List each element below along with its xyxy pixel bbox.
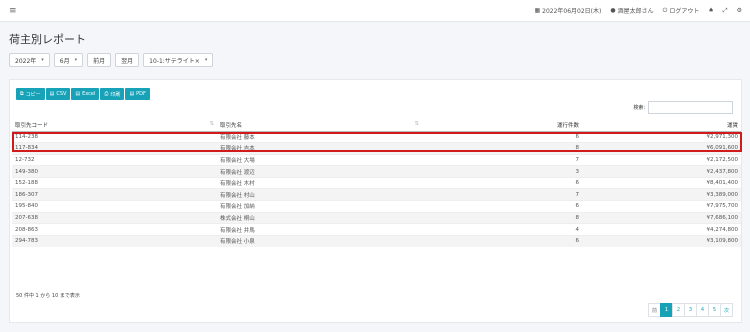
- cell-name: 有限会社 井馬: [217, 223, 422, 236]
- calendar-icon: ▦: [534, 7, 541, 14]
- cell-trips: 6: [422, 200, 582, 213]
- shipper-select[interactable]: 10-1:サテライト× ▾: [143, 53, 214, 67]
- table-row[interactable]: 149-380 有限会社 渡辺 3 ¥2,437,800: [12, 165, 741, 178]
- cell-name: 有限会社 加納: [217, 200, 422, 213]
- cell-name: 有限会社 村山: [217, 188, 422, 201]
- copy-button[interactable]: ⧉ コピー: [16, 88, 45, 100]
- cell-name: 株式会社 桐山: [217, 211, 422, 224]
- pagination: 前 1 2 3 4 5 次: [647, 303, 733, 317]
- cell-code: 149-380: [12, 165, 217, 178]
- cell-name: 有限会社 渡辺: [217, 165, 422, 178]
- search-label: 検索:: [633, 105, 645, 111]
- column-header-trips[interactable]: 運行件数: [422, 120, 582, 132]
- selected-row-highlight: [12, 132, 742, 152]
- table-row[interactable]: 208-863 有限会社 井馬 4 ¥4,274,800: [12, 223, 741, 236]
- cell-code: 186-307: [12, 188, 217, 201]
- table-row[interactable]: 152-188 有限会社 木村 6 ¥8,401,400: [12, 176, 741, 189]
- table-info: 50 件中 1 から 10 まで表示: [16, 293, 80, 299]
- table-row[interactable]: 12-732 有限会社 大場 7 ¥2,172,500: [12, 153, 741, 166]
- cell-trips: 8: [422, 211, 582, 224]
- fullscreen-icon[interactable]: ⤢: [723, 7, 728, 15]
- column-header-name[interactable]: 取引先名 ⇅: [217, 120, 422, 132]
- file-icon: ▤: [129, 91, 135, 97]
- cell-code: 152-188: [12, 176, 217, 189]
- file-icon: ▤: [49, 91, 55, 97]
- pdf-button[interactable]: ▤ PDF: [125, 88, 150, 100]
- cell-code: 207-638: [12, 211, 217, 224]
- chevron-down-icon: ▾: [204, 57, 208, 63]
- cell-fare: ¥4,274,800: [582, 223, 741, 236]
- month-select[interactable]: 6月 ▾: [53, 53, 84, 67]
- cell-code: 12-732: [12, 153, 217, 166]
- date-display: ▦ 2022年06月02日(木): [534, 7, 602, 15]
- cell-trips: 3: [422, 165, 582, 178]
- cell-code: 208-863: [12, 223, 217, 236]
- cell-trips: 7: [422, 188, 582, 201]
- report-card: ⧉ コピー ▤ CSV ▤ Excel ⎙ 印刷 ▤ PDF 検索: 取引先コード ⇅ 取引…: [9, 79, 742, 323]
- top-bar: ≡ ▦ 2022年06月02日(木) ● 酒屋太郎さん ⏻ ログアウト ♠ ⤢ ⚙: [0, 0, 750, 22]
- cell-trips: 7: [422, 153, 582, 166]
- cell-fare: ¥2,172,500: [582, 153, 741, 166]
- cell-fare: ¥2,437,800: [582, 165, 741, 178]
- csv-button[interactable]: ▤ CSV: [45, 88, 71, 100]
- user-display[interactable]: ● 酒屋太郎さん: [610, 6, 653, 15]
- top-nav: ▦ 2022年06月02日(木) ● 酒屋太郎さん ⏻ ログアウト ♠ ⤢ ⚙: [534, 6, 742, 16]
- menu-icon[interactable]: ≡: [9, 6, 17, 16]
- table-row[interactable]: 294-783 有限会社 小泉 6 ¥3,109,800: [12, 234, 741, 247]
- print-icon: ⎙: [104, 91, 109, 97]
- cell-fare: ¥8,401,400: [582, 176, 741, 189]
- cell-trips: 6: [422, 176, 582, 189]
- chevron-down-icon: ▾: [74, 57, 78, 63]
- sort-icon: ⇅: [414, 121, 419, 128]
- copy-icon: ⧉: [20, 91, 24, 97]
- bell-icon[interactable]: ♠: [708, 7, 713, 14]
- logout-link[interactable]: ⏻ ログアウト: [662, 6, 700, 16]
- cell-fare: ¥3,389,000: [582, 188, 741, 201]
- print-button[interactable]: ⎙ 印刷: [100, 88, 125, 100]
- chevron-down-icon: ▾: [41, 57, 44, 63]
- cell-fare: ¥3,109,800: [582, 234, 741, 247]
- export-buttons: ⧉ コピー ▤ CSV ▤ Excel ⎙ 印刷 ▤ PDF: [16, 88, 150, 100]
- table-header-row: 取引先コード ⇅ 取引先名 ⇅ 運行件数 運賃: [12, 120, 741, 132]
- cell-fare: ¥7,686,100: [582, 211, 741, 224]
- year-select[interactable]: 2022年 ▾: [9, 53, 50, 67]
- cell-code: 195-840: [12, 200, 217, 213]
- cell-fare: ¥7,975,700: [582, 200, 741, 213]
- power-icon: ⏻: [662, 6, 668, 14]
- table-row[interactable]: 195-840 有限会社 加納 6 ¥7,975,700: [12, 200, 741, 213]
- file-icon: ▤: [75, 91, 81, 97]
- search-input[interactable]: [648, 101, 733, 114]
- page-title: 荷主別レポート: [9, 33, 86, 46]
- cell-trips: 4: [422, 223, 582, 236]
- excel-button[interactable]: ▤ Excel: [71, 88, 100, 100]
- column-header-fare[interactable]: 運賃: [582, 120, 741, 132]
- cell-name: 有限会社 木村: [217, 176, 422, 189]
- gear-icon[interactable]: ⚙: [737, 7, 742, 14]
- column-header-code[interactable]: 取引先コード ⇅: [12, 120, 217, 132]
- search: 検索:: [633, 101, 733, 114]
- cell-code: 294-783: [12, 234, 217, 247]
- table-row[interactable]: 186-307 有限会社 村山 7 ¥3,389,000: [12, 188, 741, 201]
- cell-name: 有限会社 大場: [217, 153, 422, 166]
- user-icon: ●: [610, 7, 616, 14]
- filters: 2022年 ▾ 6月 ▾ 前月 翌月 10-1:サテライト× ▾: [9, 53, 214, 67]
- next-page-button[interactable]: 次: [719, 303, 733, 317]
- next-month-button[interactable]: 翌月: [115, 53, 140, 67]
- table-row[interactable]: 207-638 株式会社 桐山 8 ¥7,686,100: [12, 211, 741, 224]
- cell-trips: 6: [422, 234, 582, 247]
- prev-month-button[interactable]: 前月: [87, 53, 112, 67]
- sort-icon: ⇅: [209, 121, 214, 128]
- cell-name: 有限会社 小泉: [217, 234, 422, 247]
